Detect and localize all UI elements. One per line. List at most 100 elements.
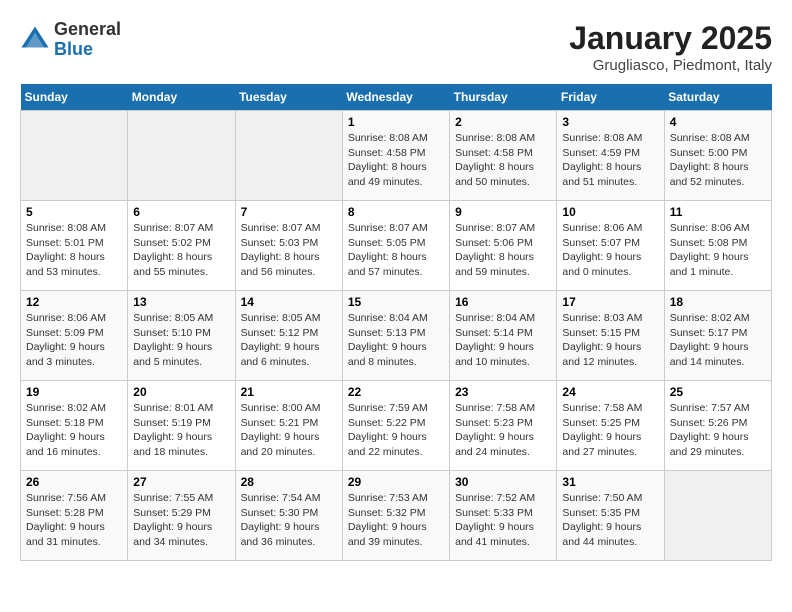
day-info: Sunrise: 8:07 AM Sunset: 5:03 PM Dayligh… xyxy=(241,221,337,280)
calendar-cell: 5 Sunrise: 8:08 AM Sunset: 5:01 PM Daylig… xyxy=(21,201,128,291)
calendar-cell: 1 Sunrise: 8:08 AM Sunset: 4:58 PM Daylig… xyxy=(342,111,449,201)
calendar-cell: 6Sunrise: 8:07 AM Sunset: 5:02 PM Daylig… xyxy=(128,201,235,291)
day-info: Sunrise: 8:07 AM Sunset: 5:02 PM Dayligh… xyxy=(133,221,229,280)
calendar-cell xyxy=(21,111,128,201)
day-info: Sunrise: 8:08 AM Sunset: 4:58 PM Dayligh… xyxy=(348,131,444,190)
calendar-cell: 20Sunrise: 8:01 AM Sunset: 5:19 PM Dayli… xyxy=(128,381,235,471)
calendar-cell: 27 Sunrise: 7:55 AM Sunset: 5:29 PM Dayli… xyxy=(128,471,235,561)
calendar-week-row: 1 Sunrise: 8:08 AM Sunset: 4:58 PM Daylig… xyxy=(21,111,772,201)
day-info: Sunrise: 8:04 AM Sunset: 5:13 PM Dayligh… xyxy=(348,311,444,370)
day-info: Sunrise: 8:08 AM Sunset: 5:00 PM Dayligh… xyxy=(670,131,766,190)
calendar-week-row: 5 Sunrise: 8:08 AM Sunset: 5:01 PM Daylig… xyxy=(21,201,772,291)
title-block: January 2025 Grugliasco, Piedmont, Italy xyxy=(569,20,772,74)
calendar-cell xyxy=(235,111,342,201)
weekday-header-friday: Friday xyxy=(557,84,664,111)
calendar-cell: 11 Sunrise: 8:06 AM Sunset: 5:08 PM Dayli… xyxy=(664,201,771,291)
day-info: Sunrise: 7:54 AM Sunset: 5:30 PM Dayligh… xyxy=(241,491,337,550)
subtitle: Grugliasco, Piedmont, Italy xyxy=(569,57,772,74)
calendar-week-row: 26Sunrise: 7:56 AM Sunset: 5:28 PM Dayli… xyxy=(21,471,772,561)
calendar-cell: 25 Sunrise: 7:57 AM Sunset: 5:26 PM Dayli… xyxy=(664,381,771,471)
calendar-cell: 8 Sunrise: 8:07 AM Sunset: 5:05 PM Daylig… xyxy=(342,201,449,291)
weekday-header-thursday: Thursday xyxy=(450,84,557,111)
day-number: 27 xyxy=(133,475,229,489)
day-number: 22 xyxy=(348,385,444,399)
day-info: Sunrise: 8:04 AM Sunset: 5:14 PM Dayligh… xyxy=(455,311,551,370)
day-number: 17 xyxy=(562,295,658,309)
day-number: 16 xyxy=(455,295,551,309)
weekday-header-wednesday: Wednesday xyxy=(342,84,449,111)
day-info: Sunrise: 8:02 AM Sunset: 5:17 PM Dayligh… xyxy=(670,311,766,370)
day-number: 5 xyxy=(26,205,122,219)
day-number: 21 xyxy=(241,385,337,399)
calendar-cell: 24 Sunrise: 7:58 AM Sunset: 5:25 PM Dayli… xyxy=(557,381,664,471)
day-info: Sunrise: 8:08 AM Sunset: 5:01 PM Dayligh… xyxy=(26,221,122,280)
day-number: 24 xyxy=(562,385,658,399)
day-info: Sunrise: 8:06 AM Sunset: 5:08 PM Dayligh… xyxy=(670,221,766,280)
day-number: 2 xyxy=(455,115,551,129)
day-info: Sunrise: 8:01 AM Sunset: 5:19 PM Dayligh… xyxy=(133,401,229,460)
page-header: General Blue January 2025 Grugliasco, Pi… xyxy=(20,20,772,74)
day-info: Sunrise: 7:53 AM Sunset: 5:32 PM Dayligh… xyxy=(348,491,444,550)
calendar-cell: 29 Sunrise: 7:53 AM Sunset: 5:32 PM Dayli… xyxy=(342,471,449,561)
day-info: Sunrise: 8:03 AM Sunset: 5:15 PM Dayligh… xyxy=(562,311,658,370)
day-info: Sunrise: 7:50 AM Sunset: 5:35 PM Dayligh… xyxy=(562,491,658,550)
logo-text: General Blue xyxy=(54,20,121,60)
day-info: Sunrise: 7:58 AM Sunset: 5:23 PM Dayligh… xyxy=(455,401,551,460)
calendar-cell: 4 Sunrise: 8:08 AM Sunset: 5:00 PM Daylig… xyxy=(664,111,771,201)
logo-icon xyxy=(20,25,50,55)
calendar-cell xyxy=(128,111,235,201)
day-number: 9 xyxy=(455,205,551,219)
logo-general-text: General xyxy=(54,20,121,40)
calendar-table: SundayMondayTuesdayWednesdayThursdayFrid… xyxy=(20,84,772,561)
weekday-header-saturday: Saturday xyxy=(664,84,771,111)
day-number: 25 xyxy=(670,385,766,399)
day-number: 7 xyxy=(241,205,337,219)
day-number: 14 xyxy=(241,295,337,309)
weekday-header-tuesday: Tuesday xyxy=(235,84,342,111)
day-info: Sunrise: 8:05 AM Sunset: 5:12 PM Dayligh… xyxy=(241,311,337,370)
calendar-cell: 13Sunrise: 8:05 AM Sunset: 5:10 PM Dayli… xyxy=(128,291,235,381)
day-number: 30 xyxy=(455,475,551,489)
weekday-header-row: SundayMondayTuesdayWednesdayThursdayFrid… xyxy=(21,84,772,111)
calendar-cell: 2Sunrise: 8:08 AM Sunset: 4:58 PM Daylig… xyxy=(450,111,557,201)
calendar-cell: 22 Sunrise: 7:59 AM Sunset: 5:22 PM Dayli… xyxy=(342,381,449,471)
calendar-cell: 14 Sunrise: 8:05 AM Sunset: 5:12 PM Dayli… xyxy=(235,291,342,381)
day-info: Sunrise: 7:55 AM Sunset: 5:29 PM Dayligh… xyxy=(133,491,229,550)
day-number: 8 xyxy=(348,205,444,219)
day-number: 26 xyxy=(26,475,122,489)
day-number: 4 xyxy=(670,115,766,129)
day-number: 13 xyxy=(133,295,229,309)
calendar-cell: 3Sunrise: 8:08 AM Sunset: 4:59 PM Daylig… xyxy=(557,111,664,201)
day-info: Sunrise: 8:07 AM Sunset: 5:06 PM Dayligh… xyxy=(455,221,551,280)
calendar-cell: 15Sunrise: 8:04 AM Sunset: 5:13 PM Dayli… xyxy=(342,291,449,381)
weekday-header-sunday: Sunday xyxy=(21,84,128,111)
calendar-cell: 19Sunrise: 8:02 AM Sunset: 5:18 PM Dayli… xyxy=(21,381,128,471)
day-info: Sunrise: 8:06 AM Sunset: 5:09 PM Dayligh… xyxy=(26,311,122,370)
day-number: 19 xyxy=(26,385,122,399)
day-info: Sunrise: 7:59 AM Sunset: 5:22 PM Dayligh… xyxy=(348,401,444,460)
calendar-week-row: 12Sunrise: 8:06 AM Sunset: 5:09 PM Dayli… xyxy=(21,291,772,381)
calendar-cell: 12Sunrise: 8:06 AM Sunset: 5:09 PM Dayli… xyxy=(21,291,128,381)
calendar-week-row: 19Sunrise: 8:02 AM Sunset: 5:18 PM Dayli… xyxy=(21,381,772,471)
day-number: 10 xyxy=(562,205,658,219)
calendar-cell: 7 Sunrise: 8:07 AM Sunset: 5:03 PM Daylig… xyxy=(235,201,342,291)
day-info: Sunrise: 8:07 AM Sunset: 5:05 PM Dayligh… xyxy=(348,221,444,280)
day-number: 1 xyxy=(348,115,444,129)
calendar-cell: 10Sunrise: 8:06 AM Sunset: 5:07 PM Dayli… xyxy=(557,201,664,291)
day-number: 11 xyxy=(670,205,766,219)
day-number: 31 xyxy=(562,475,658,489)
calendar-cell: 18Sunrise: 8:02 AM Sunset: 5:17 PM Dayli… xyxy=(664,291,771,381)
logo: General Blue xyxy=(20,20,121,60)
calendar-cell: 28 Sunrise: 7:54 AM Sunset: 5:30 PM Dayli… xyxy=(235,471,342,561)
main-title: January 2025 xyxy=(569,20,772,57)
day-info: Sunrise: 7:58 AM Sunset: 5:25 PM Dayligh… xyxy=(562,401,658,460)
calendar-cell: 30Sunrise: 7:52 AM Sunset: 5:33 PM Dayli… xyxy=(450,471,557,561)
day-number: 28 xyxy=(241,475,337,489)
logo-blue-text: Blue xyxy=(54,40,121,60)
day-number: 3 xyxy=(562,115,658,129)
day-info: Sunrise: 7:57 AM Sunset: 5:26 PM Dayligh… xyxy=(670,401,766,460)
calendar-cell xyxy=(664,471,771,561)
calendar-cell: 23 Sunrise: 7:58 AM Sunset: 5:23 PM Dayli… xyxy=(450,381,557,471)
day-number: 23 xyxy=(455,385,551,399)
day-number: 29 xyxy=(348,475,444,489)
